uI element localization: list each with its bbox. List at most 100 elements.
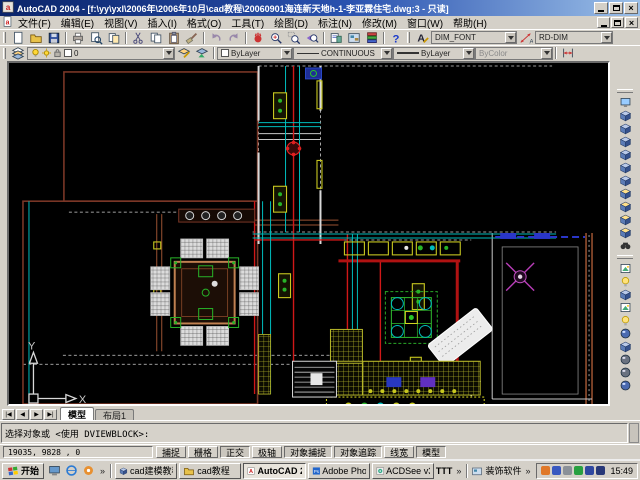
front-view-button[interactable]	[616, 161, 634, 174]
redo-button[interactable]	[225, 31, 243, 45]
minimize-button[interactable]	[594, 2, 608, 14]
tray-icon-1[interactable]	[552, 466, 561, 475]
toolbar-grip[interactable]	[3, 32, 6, 43]
menu-item-6[interactable]: 绘图(D)	[269, 15, 313, 30]
close-button[interactable]: ×	[624, 2, 638, 14]
tray-icon-3[interactable]	[574, 466, 583, 475]
status-toggle-极轴[interactable]: 极轴	[252, 446, 282, 458]
toolbar-grip[interactable]	[617, 255, 633, 259]
layer-combo[interactable]: 0	[27, 47, 175, 60]
deco-toolbar-label[interactable]: 装饰软件	[485, 464, 521, 477]
toolbar-grip[interactable]	[3, 48, 6, 59]
combo-arrow-icon[interactable]	[601, 32, 612, 43]
menu-item-4[interactable]: 格式(O)	[182, 15, 226, 30]
zoom-previous-button[interactable]	[303, 31, 321, 45]
doc-close-button[interactable]: ×	[625, 17, 638, 28]
paste-button[interactable]	[165, 31, 183, 45]
mapping-button[interactable]	[616, 340, 634, 353]
named-views-button[interactable]	[616, 96, 634, 109]
image-button[interactable]	[616, 262, 634, 275]
task-button[interactable]: AAutoCAD 200...	[243, 463, 305, 479]
nw-isometric-view-button[interactable]	[616, 226, 634, 239]
undo-button[interactable]	[207, 31, 225, 45]
menu-item-8[interactable]: 修改(M)	[357, 15, 402, 30]
combo-arrow-icon[interactable]	[281, 48, 292, 59]
ne-isometric-view-button[interactable]	[616, 213, 634, 226]
menu-item-7[interactable]: 标注(N)	[313, 15, 357, 30]
match-properties-button[interactable]	[183, 31, 201, 45]
scenes-button[interactable]	[616, 301, 634, 314]
menu-item-2[interactable]: 视图(V)	[99, 15, 142, 30]
start-button[interactable]: 开始	[2, 463, 44, 479]
show-desktop-icon[interactable]	[46, 463, 62, 479]
tray-icon-2[interactable]	[563, 466, 572, 475]
pan-realtime-button[interactable]	[249, 31, 267, 45]
menu-item-5[interactable]: 工具(T)	[226, 15, 269, 30]
right-view-button[interactable]	[616, 148, 634, 161]
status-toggle-对象捕捉[interactable]: 对象捕捉	[284, 446, 332, 458]
combo-arrow-icon[interactable]	[463, 48, 474, 59]
tab-nav-3[interactable]: ▶|	[44, 409, 57, 420]
status-toggle-模型[interactable]: 模型	[416, 446, 446, 458]
combo-arrow-icon[interactable]	[381, 48, 392, 59]
publish-button[interactable]	[105, 31, 123, 45]
menu-item-1[interactable]: 编辑(E)	[56, 15, 99, 30]
dim-style-combo[interactable]: RD-DIM	[535, 31, 613, 44]
sun-icon[interactable]	[42, 48, 51, 58]
statistics-button[interactable]	[616, 379, 634, 392]
color-combo[interactable]: ByLayer	[217, 47, 293, 60]
linetype-combo[interactable]: CONTINUOUS	[293, 47, 393, 60]
drawing-canvas[interactable]: Y X	[7, 61, 610, 406]
render-button[interactable]	[616, 275, 634, 288]
doc-restore-button[interactable]	[611, 17, 624, 28]
make-object-layer-current-icon[interactable]	[175, 46, 193, 60]
linear-dimension-icon[interactable]	[559, 46, 577, 60]
menu-item-9[interactable]: 窗口(W)	[402, 15, 448, 30]
task-button[interactable]: PsAdobe Photo...	[308, 463, 370, 479]
tab-布局1[interactable]: 布局1	[95, 409, 134, 420]
menu-item-0[interactable]: 文件(F)	[13, 15, 56, 30]
task-button[interactable]: cad教程	[179, 463, 241, 479]
print-button[interactable]	[69, 31, 87, 45]
zoom-window-button[interactable]	[285, 31, 303, 45]
print-preview-button[interactable]	[87, 31, 105, 45]
toolbar-grip[interactable]	[407, 32, 410, 43]
toolbar-grip[interactable]	[617, 89, 633, 93]
tab-模型[interactable]: 模型	[60, 407, 94, 420]
copy-button[interactable]	[147, 31, 165, 45]
command-line[interactable]: 选择对象或 <使用 DVIEWBLOCK>:	[1, 423, 628, 443]
tab-nav-1[interactable]: ◀	[16, 409, 29, 420]
language-chevron[interactable]: »	[454, 466, 463, 476]
tab-nav-2[interactable]: ▶	[30, 409, 43, 420]
lineweight-combo[interactable]: ByLayer	[393, 47, 475, 60]
status-toggle-捕捉[interactable]: 捕捉	[156, 446, 186, 458]
lock-icon[interactable]	[53, 48, 62, 58]
se-isometric-view-button[interactable]	[616, 200, 634, 213]
combo-arrow-icon[interactable]	[163, 48, 174, 59]
media-player-icon[interactable]	[80, 463, 96, 479]
zoom-realtime-button[interactable]	[267, 31, 285, 45]
status-toggle-对象追踪[interactable]: 对象追踪	[334, 446, 382, 458]
properties-button[interactable]	[327, 31, 345, 45]
open-button[interactable]	[27, 31, 45, 45]
tray-icon-5[interactable]	[596, 466, 605, 475]
sw-isometric-view-button[interactable]	[616, 187, 634, 200]
layer-properties-manager-icon[interactable]	[9, 46, 27, 60]
task-button[interactable]: cad建模教程...	[115, 463, 177, 479]
internet-explorer-icon[interactable]	[63, 463, 79, 479]
quick-launch-chevron[interactable]: »	[98, 466, 107, 476]
tray-icon-0[interactable]	[541, 466, 550, 475]
back-view-button[interactable]	[616, 174, 634, 187]
tray-icon-4[interactable]	[585, 466, 594, 475]
text-style-combo[interactable]: DIM_FONT	[431, 31, 517, 44]
bulb-icon[interactable]	[31, 48, 40, 58]
dim-style-icon[interactable]: A	[517, 31, 535, 45]
bottom-view-button[interactable]	[616, 122, 634, 135]
status-toggle-栅格[interactable]: 栅格	[188, 446, 218, 458]
top-view-button[interactable]	[616, 109, 634, 122]
language-indicator[interactable]: TTT	[436, 466, 453, 476]
fog-button[interactable]	[616, 366, 634, 379]
new-button[interactable]	[9, 31, 27, 45]
save-button[interactable]	[45, 31, 63, 45]
left-view-button[interactable]	[616, 135, 634, 148]
